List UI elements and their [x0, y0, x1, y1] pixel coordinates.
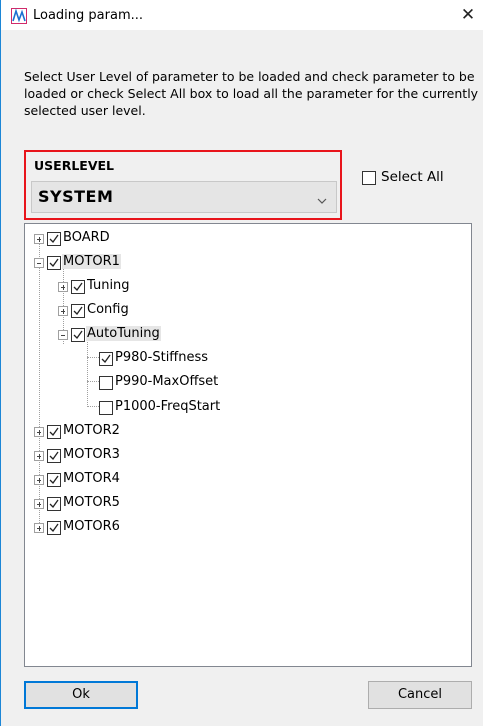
tree-node-label: Tuning: [87, 278, 130, 293]
tree-node-label: MOTOR4: [63, 471, 120, 486]
expand-icon[interactable]: [34, 234, 44, 244]
instructions-text: Select User Level of parameter to be loa…: [24, 69, 479, 118]
checkbox-empty-icon[interactable]: [362, 171, 376, 185]
checkbox-checked-icon[interactable]: [71, 280, 85, 294]
tree-node-label: MOTOR6: [63, 519, 120, 534]
expand-icon[interactable]: [58, 306, 68, 316]
checkbox-checked-icon[interactable]: [47, 497, 61, 511]
tree-node-motor3[interactable]: MOTOR3: [25, 446, 465, 468]
tree-node-label: P990-MaxOffset: [115, 374, 219, 389]
expand-icon[interactable]: [34, 451, 44, 461]
checkbox-checked-icon[interactable]: [99, 352, 113, 366]
expand-icon[interactable]: [58, 282, 68, 292]
parameter-tree[interactable]: BOARD MOTOR1 Tuning Config AutoTuning P9…: [24, 223, 472, 667]
collapse-icon[interactable]: [34, 258, 44, 268]
checkbox-checked-icon[interactable]: [47, 473, 61, 487]
userlevel-dropdown[interactable]: SYSTEM: [31, 181, 337, 213]
tree-node-label: Config: [87, 302, 129, 317]
checkbox-checked-icon[interactable]: [47, 449, 61, 463]
userlevel-group: USERLEVEL SYSTEM: [24, 150, 342, 220]
expand-icon[interactable]: [34, 475, 44, 485]
tree-node-motor2[interactable]: MOTOR2: [25, 422, 465, 444]
tree-node-tuning[interactable]: Tuning: [25, 277, 465, 299]
close-icon[interactable]: ✕: [453, 0, 483, 30]
tree-node-motor1[interactable]: MOTOR1: [25, 253, 465, 275]
app-icon: [11, 8, 27, 24]
tree-node-label: BOARD: [63, 230, 110, 245]
checkbox-empty-icon[interactable]: [99, 376, 113, 390]
window-title: Loading param...: [33, 8, 144, 23]
chevron-down-icon: [317, 191, 327, 204]
tree-node-label: MOTOR5: [63, 495, 120, 510]
select-all-label: Select All: [381, 169, 444, 185]
userlevel-label: USERLEVEL: [34, 158, 114, 173]
checkbox-checked-icon[interactable]: [71, 328, 85, 342]
userlevel-value: SYSTEM: [38, 187, 114, 206]
tree-node-p980[interactable]: P980-Stiffness: [25, 349, 465, 371]
expand-icon[interactable]: [34, 523, 44, 533]
checkbox-checked-icon[interactable]: [71, 304, 85, 318]
checkbox-checked-icon[interactable]: [47, 232, 61, 246]
checkbox-checked-icon[interactable]: [47, 521, 61, 535]
collapse-icon[interactable]: [58, 330, 68, 340]
tree-node-motor6[interactable]: MOTOR6: [25, 518, 465, 540]
tree-node-p1000[interactable]: P1000-FreqStart: [25, 398, 465, 420]
checkbox-empty-icon[interactable]: [99, 401, 113, 415]
tree-node-label: P980-Stiffness: [115, 350, 209, 365]
cancel-button[interactable]: Cancel: [368, 681, 472, 709]
tree-node-label: P1000-FreqStart: [115, 399, 221, 414]
tree-node-motor4[interactable]: MOTOR4: [25, 470, 465, 492]
checkbox-checked-icon[interactable]: [47, 256, 61, 270]
tree-node-label: MOTOR2: [63, 423, 120, 438]
expand-icon[interactable]: [34, 499, 44, 509]
expand-icon[interactable]: [34, 427, 44, 437]
tree-node-autotuning[interactable]: AutoTuning: [25, 325, 465, 347]
tree-node-motor5[interactable]: MOTOR5: [25, 494, 465, 516]
tree-node-board[interactable]: BOARD: [25, 229, 465, 251]
tree-node-label: AutoTuning: [86, 326, 161, 341]
tree-node-p990[interactable]: P990-MaxOffset: [25, 373, 465, 395]
tree-node-config[interactable]: Config: [25, 301, 465, 323]
tree-node-label: MOTOR3: [63, 447, 120, 462]
title-bar[interactable]: Loading param... ✕: [1, 0, 483, 30]
ok-button[interactable]: Ok: [24, 681, 138, 709]
tree-node-label: MOTOR1: [62, 254, 121, 269]
window-border: [0, 0, 1, 726]
checkbox-checked-icon[interactable]: [47, 425, 61, 439]
